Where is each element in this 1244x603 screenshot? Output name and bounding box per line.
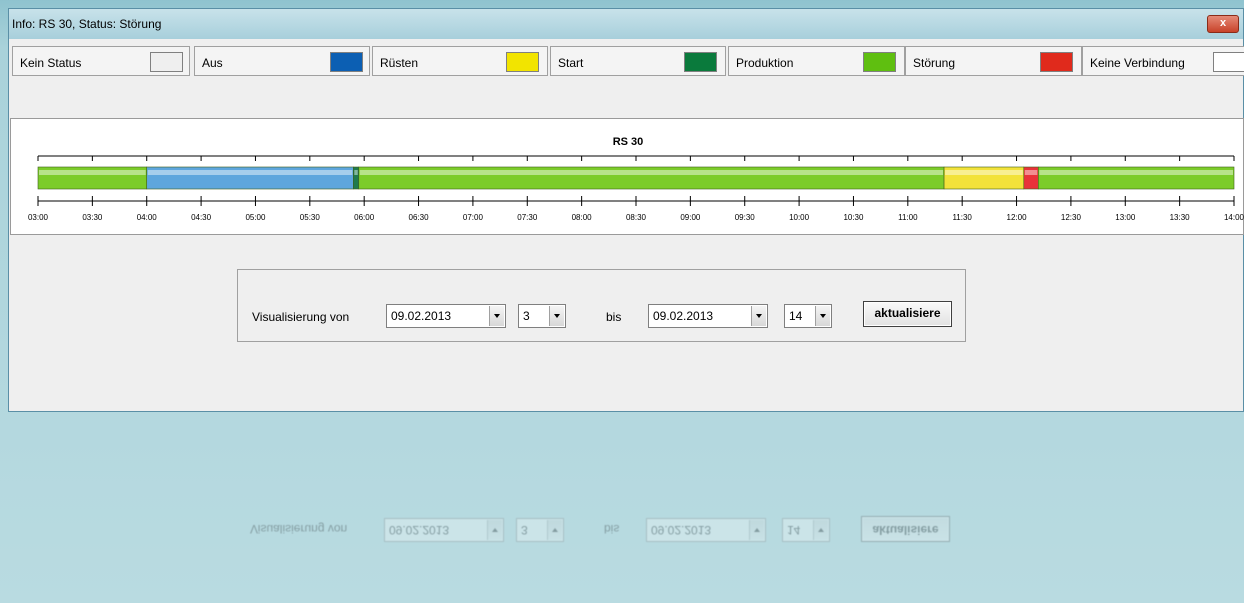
legend-swatch <box>506 52 539 72</box>
to-date-select[interactable]: 09.02.2013 <box>648 304 768 328</box>
to-date-value: 09.02.2013 <box>653 309 714 323</box>
segment-highlight <box>147 170 353 175</box>
reflection-refresh-button: aktualisiere <box>861 516 950 542</box>
from-hour-value: 3 <box>523 309 530 323</box>
title-bar: Info: RS 30, Status: Störung x <box>9 9 1243 39</box>
legend-swatch <box>684 52 717 72</box>
to-hour-select[interactable]: 14 <box>784 304 832 328</box>
tick-label: 05:30 <box>300 213 321 222</box>
tick-label: 11:30 <box>952 213 972 222</box>
timeline-chart-panel: RS 30 03:00 03:30 04:00 04:30 05:00 05:30 06:0… <box>10 118 1244 235</box>
legend-item-produktion: Produktion <box>728 46 905 76</box>
legend-label: Störung <box>913 56 956 70</box>
legend-swatch <box>330 52 363 72</box>
chart-title: RS 30 <box>613 136 644 148</box>
legend-label: Rüsten <box>380 56 419 70</box>
tick-label: 14:00 <box>1224 213 1244 222</box>
from-hour-select[interactable]: 3 <box>518 304 566 328</box>
to-hour-value: 14 <box>789 309 803 323</box>
tick-label: 03:30 <box>82 213 103 222</box>
chevron-down-icon[interactable] <box>489 306 504 326</box>
tick-label: 12:30 <box>1061 213 1082 222</box>
segment-highlight <box>945 170 1023 175</box>
tick-label: 08:00 <box>572 213 593 222</box>
tick-label: 03:00 <box>28 213 49 222</box>
chevron-down-icon[interactable] <box>549 306 564 326</box>
from-label: Visualisierung von <box>252 310 350 324</box>
tick-label: 05:00 <box>245 213 266 222</box>
reflection-to-label: bis <box>604 522 620 536</box>
tick-label: 04:00 <box>137 213 158 222</box>
tick-label: 04:30 <box>191 213 212 222</box>
tick-label: 06:30 <box>409 213 430 222</box>
legend-swatch <box>1213 52 1244 72</box>
chevron-down-icon <box>487 520 502 540</box>
reflection-to-hour: 14 <box>782 518 830 542</box>
legend-item-aus: Aus <box>194 46 370 76</box>
tick-label: 09:00 <box>680 213 701 222</box>
reflection-from-date-value: 09.02.2013 <box>389 523 450 537</box>
tick-label: 09:30 <box>735 213 756 222</box>
tick-label: 10:30 <box>843 213 864 222</box>
reflection-to-date: 09.02.2013 <box>646 518 766 542</box>
reflection-from-label: Visualisierung von <box>250 522 348 536</box>
legend-swatch <box>863 52 896 72</box>
chevron-down-icon[interactable] <box>751 306 766 326</box>
to-label: bis <box>606 310 622 324</box>
reflection-to-hour-value: 14 <box>787 523 801 537</box>
from-date-select[interactable]: 09.02.2013 <box>386 304 506 328</box>
legend-swatch <box>150 52 183 72</box>
legend-item-kein-status: Kein Status <box>12 46 190 76</box>
legend-item-start: Start <box>550 46 726 76</box>
window-title: Info: RS 30, Status: Störung <box>12 17 162 31</box>
tick-label: 13:30 <box>1170 213 1191 222</box>
visualization-controls: Visualisierung von 09.02.2013 3 bis 09.0… <box>237 269 966 342</box>
reflection-from-hour-value: 3 <box>521 523 528 537</box>
segment-highlight <box>1024 170 1038 175</box>
info-window: Info: RS 30, Status: Störung x Kein Stat… <box>8 8 1244 412</box>
tick-label: 07:00 <box>463 213 484 222</box>
from-date-value: 09.02.2013 <box>391 309 452 323</box>
legend-label: Produktion <box>736 56 794 70</box>
segment-highlight <box>359 170 944 175</box>
segment-highlight <box>354 170 358 175</box>
refresh-button[interactable]: aktualisiere <box>863 301 952 327</box>
reflection-from-hour: 3 <box>516 518 564 542</box>
reflection-from-date: 09.02.2013 <box>384 518 504 542</box>
chevron-down-icon <box>813 520 828 540</box>
tick-label: 06:00 <box>354 213 375 222</box>
tick-label: 11:00 <box>898 213 918 222</box>
legend-label: Aus <box>202 56 223 70</box>
tick-label: 13:00 <box>1115 213 1136 222</box>
chevron-down-icon <box>749 520 764 540</box>
status-legend: Kein Status Aus Rüsten Start Produktion … <box>12 46 1244 78</box>
timeline-chart: RS 30 03:00 03:30 04:00 04:30 05:00 05:30 06:0… <box>28 136 1244 222</box>
reflection-to-date-value: 09.02.2013 <box>651 523 712 537</box>
legend-item-stoerung: Störung <box>905 46 1082 76</box>
legend-label: Kein Status <box>20 56 82 70</box>
legend-item-ruesten: Rüsten <box>372 46 548 76</box>
close-button[interactable]: x <box>1207 15 1239 33</box>
tick-label: 08:30 <box>626 213 647 222</box>
legend-label: Start <box>558 56 584 70</box>
chevron-down-icon <box>547 520 562 540</box>
segment-highlight <box>39 170 146 175</box>
tick-label: 12:00 <box>1007 213 1028 222</box>
tick-label: 10:00 <box>789 213 810 222</box>
legend-swatch <box>1040 52 1073 72</box>
controls-reflection: Visualisierung von 09.02.2013 3 bis 09.0… <box>236 512 965 544</box>
legend-item-keine-verbindung: Keine Verbindung <box>1082 46 1244 76</box>
chevron-down-icon[interactable] <box>815 306 830 326</box>
segment-highlight <box>1039 170 1233 175</box>
legend-label: Keine Verbindung <box>1090 56 1185 70</box>
tick-label: 07:30 <box>517 213 538 222</box>
